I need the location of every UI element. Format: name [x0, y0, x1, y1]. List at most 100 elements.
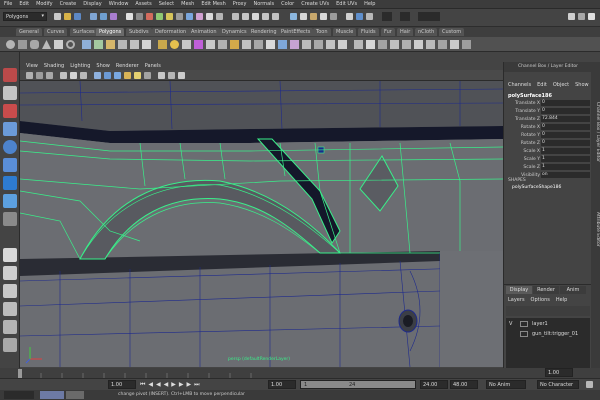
range-end-field[interactable]: 24.00	[420, 380, 448, 389]
attr-row[interactable]: Scale Z1	[504, 164, 592, 171]
layout-outliner-icon[interactable]	[3, 302, 17, 316]
wireframe-on-shaded-icon[interactable]	[114, 72, 121, 79]
append-polygon-icon[interactable]	[194, 40, 203, 49]
shape-name[interactable]: polySurfaceShape186	[512, 185, 561, 190]
soft-mod-icon[interactable]	[3, 194, 17, 208]
attribute-editor-icon[interactable]	[568, 13, 575, 20]
mask-icon-2[interactable]	[136, 13, 143, 20]
menu-modify[interactable]: Modify	[36, 1, 53, 7]
cylindrical-map-icon[interactable]	[314, 40, 323, 49]
sculpt-icon[interactable]	[170, 40, 179, 49]
select-component-icon[interactable]	[110, 13, 117, 20]
viewport-menu-show[interactable]: Show	[96, 63, 110, 69]
layer-color-swatch[interactable]	[520, 321, 528, 327]
tab-rendering[interactable]: Rendering	[248, 28, 280, 36]
current-frame-field[interactable]: 1.00	[545, 368, 573, 377]
layout-hypershade-icon[interactable]	[3, 338, 17, 352]
menu-color[interactable]: Color	[281, 1, 294, 7]
tab-surfaces[interactable]: Surfaces	[70, 28, 98, 36]
wireframe-icon[interactable]	[94, 72, 101, 79]
attr-value[interactable]: 72.844	[541, 116, 590, 122]
snap-point-icon[interactable]	[252, 13, 259, 20]
menu-mesh[interactable]: Mesh	[181, 1, 194, 7]
save-scene-icon[interactable]	[74, 13, 81, 20]
open-scene-icon[interactable]	[64, 13, 71, 20]
attr-row[interactable]: Scale X1	[504, 148, 592, 155]
menu-edit-mesh[interactable]: Edit Mesh	[201, 1, 225, 7]
poly-plane-icon[interactable]	[54, 40, 63, 49]
mask-icon[interactable]	[126, 13, 133, 20]
rotate-tool-icon[interactable]	[3, 140, 17, 154]
xyz-icon[interactable]	[366, 13, 373, 20]
menu-edit-uvs[interactable]: Edit UVs	[336, 1, 357, 7]
paint-select-icon[interactable]	[3, 104, 17, 118]
side-label-attribute-editor[interactable]: Attribute Editor	[591, 212, 600, 292]
tab-general[interactable]: General	[16, 28, 42, 36]
tab-dynamics[interactable]: Dynamics	[219, 28, 250, 36]
separate-icon[interactable]	[94, 40, 103, 49]
anim-layer-dropdown[interactable]: No Anim Layer	[486, 380, 526, 396]
menu-window[interactable]: Window	[109, 1, 129, 7]
layer-menu-layers[interactable]: Layers	[508, 297, 525, 303]
tab-render[interactable]: Render	[533, 286, 559, 294]
range-slider[interactable]: 1 24	[300, 380, 416, 389]
shadows-icon[interactable]	[144, 72, 151, 79]
attr-row[interactable]: Rotate Z0	[504, 140, 592, 147]
smooth-icon[interactable]	[118, 40, 127, 49]
ipr-render-icon[interactable]	[310, 13, 317, 20]
layer-row[interactable]: V layer1	[506, 320, 590, 329]
render-frame-icon[interactable]	[300, 13, 307, 20]
triangulate-icon[interactable]	[462, 40, 471, 49]
grid-toggle-icon[interactable]	[60, 72, 67, 79]
attr-value[interactable]: 0	[541, 108, 590, 114]
last-tool-icon[interactable]	[3, 212, 17, 226]
channel-box-icon[interactable]	[588, 13, 595, 20]
offset-edge-loop-icon[interactable]	[230, 40, 239, 49]
layer-name[interactable]: layer1	[532, 321, 548, 327]
coord-field-y[interactable]	[400, 12, 410, 21]
tab-ncloth[interactable]: nCloth	[415, 28, 438, 36]
resolution-gate-icon[interactable]	[80, 72, 87, 79]
tab-polygons[interactable]: Polygons	[96, 28, 125, 36]
bevel-icon[interactable]	[266, 40, 275, 49]
attr-row[interactable]: Rotate Y0	[504, 132, 592, 139]
attr-value[interactable]: 0	[541, 100, 590, 106]
layout-two-icon[interactable]	[3, 284, 17, 298]
snap-surface-icon[interactable]	[272, 13, 279, 20]
tab-curves[interactable]: Curves	[44, 28, 68, 36]
extract-icon[interactable]	[142, 40, 151, 49]
attr-row[interactable]: Translate Y0	[504, 108, 592, 115]
anim-end-field[interactable]: 48.00	[450, 380, 478, 389]
select-object-icon[interactable]	[100, 13, 107, 20]
camera-select-icon[interactable]	[26, 72, 33, 79]
tab-deformation[interactable]: Deformation	[152, 28, 190, 36]
menu-proxy[interactable]: Proxy	[233, 1, 247, 7]
layout-uv-icon[interactable]	[414, 40, 423, 49]
coord-field-z[interactable]	[418, 12, 440, 21]
viewport-menu-renderer[interactable]: Renderer	[116, 63, 139, 69]
viewport-menu-panels[interactable]: Panels	[145, 63, 161, 69]
layer-visibility[interactable]: V	[509, 321, 512, 327]
attr-row[interactable]: Rotate X0	[504, 124, 592, 131]
smooth-shade-icon[interactable]	[104, 72, 111, 79]
extrude-icon[interactable]	[242, 40, 251, 49]
scale-tool-icon[interactable]	[3, 158, 17, 172]
lasso-tool-icon[interactable]	[3, 86, 17, 100]
cut-uv-icon[interactable]	[378, 40, 387, 49]
attr-value[interactable]: 1	[541, 156, 590, 162]
attr-value[interactable]: 1	[541, 148, 590, 154]
object-name[interactable]: polySurface186	[508, 93, 552, 99]
tab-fur[interactable]: Fur	[381, 28, 395, 36]
combine-icon[interactable]	[82, 40, 91, 49]
side-label-channel-box[interactable]: Channel Box / Layer Editor	[591, 102, 600, 212]
snap-plane-icon[interactable]	[262, 13, 269, 20]
poly-cylinder-icon[interactable]	[30, 40, 39, 49]
mask-icon-10[interactable]	[216, 13, 223, 20]
poly-cone-icon[interactable]	[42, 40, 51, 49]
layout-four-icon[interactable]	[3, 266, 17, 280]
auto-map-icon[interactable]	[338, 40, 347, 49]
poly-sphere-icon[interactable]	[6, 40, 15, 49]
input-line-icon[interactable]	[346, 13, 353, 20]
command-line[interactable]	[4, 391, 34, 399]
cb-menu-show[interactable]: Show	[575, 82, 589, 88]
